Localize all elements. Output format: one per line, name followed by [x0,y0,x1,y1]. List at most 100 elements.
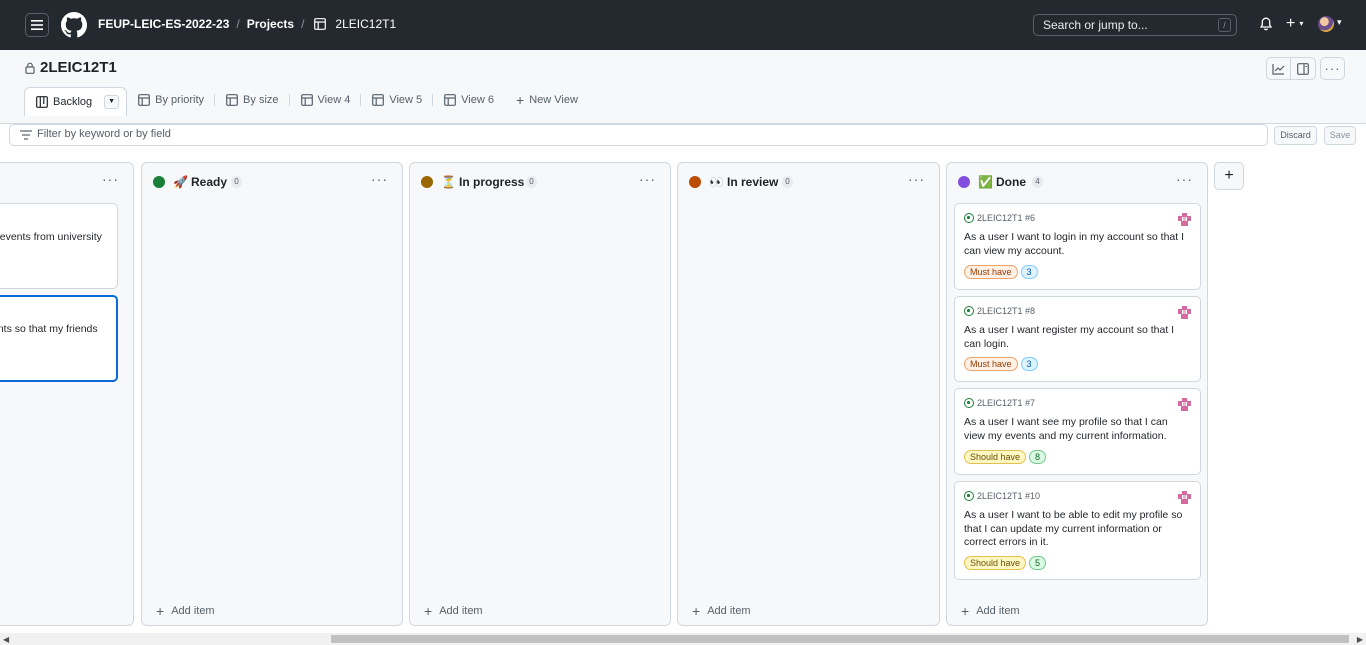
hourglass-icon: ⏳ [441,175,456,189]
view-options-button[interactable]: ▼ [104,94,120,109]
assignee-avatar-icon[interactable] [1178,306,1191,319]
column-menu-button[interactable]: ··· [371,171,388,187]
card-title[interactable]: As a user I want to be able to edit my p… [964,509,1191,550]
scroll-left-icon[interactable]: ◀ [3,635,9,644]
card-title[interactable]: As a user I want see my profile so that … [964,416,1191,443]
card-title[interactable]: ents so that my friends [0,323,112,337]
column-menu-button[interactable]: ··· [639,171,656,187]
card-title[interactable]: As a user I want to login in my account … [964,231,1191,258]
tab-label: New View [529,94,578,106]
menu-button[interactable] [25,13,49,37]
plus-icon: + [1286,15,1296,32]
card-selected[interactable]: ents so that my friends [0,295,118,382]
table-icon [444,94,457,106]
chevron-down-icon: ▾ [1299,19,1304,28]
size-label: 8 [1029,450,1047,464]
breadcrumb-org[interactable]: FEUP-LEIC-ES-2022-23 [98,17,229,31]
assignee-avatar-icon[interactable] [1178,213,1191,226]
column-title: Done [996,175,1026,189]
add-column-button[interactable]: + [1214,162,1244,190]
filter-input[interactable]: Filter by keyword or by field [9,124,1268,146]
card[interactable]: e events from university d. [0,203,118,289]
tab-by-size[interactable]: By size [215,86,290,114]
priority-label: Should have [964,450,1027,464]
card[interactable]: 2LEIC12T1 #10 As a user I want to be abl… [954,481,1201,580]
table-icon [300,94,313,106]
card-meta: 2LEIC12T1 #10 [964,491,1040,501]
filter-icon [20,130,32,140]
add-item-button[interactable]: + Add item [692,603,751,619]
chevron-down-icon[interactable]: ▾ [1337,17,1342,28]
project-menu-button[interactable]: ··· [1320,57,1345,80]
scroll-right-icon[interactable]: ▶ [1357,635,1363,644]
issue-opened-icon [964,491,974,501]
column-count: 0 [782,176,793,188]
create-new-button[interactable]: + ▾ [1286,15,1303,33]
plus-icon: + [516,92,525,108]
view-tabs: Backlog ▼ By priority By size View 4 Vie… [24,86,589,116]
search-placeholder: Search or jump to... [1043,18,1148,32]
column-title: In progress [459,175,525,189]
card[interactable]: 2LEIC12T1 #8 As a user I want register m… [954,296,1201,382]
check-box-icon: ✅ [978,175,993,189]
card-title[interactable]: e events from university d. [0,231,113,258]
kebab-horizontal-icon: ··· [1324,60,1341,76]
column-count: 0 [526,176,537,188]
card[interactable]: 2LEIC12T1 #7 As a user I want see my pro… [954,388,1201,475]
tab-view-5[interactable]: View 5 [361,86,434,114]
status-dot [689,176,701,188]
column-menu-button[interactable]: ··· [908,171,925,187]
column-count: 0 [231,176,242,188]
scrollbar-thumb[interactable] [331,635,1349,643]
search-input[interactable]: Search or jump to... / [1033,14,1237,36]
discard-button[interactable]: Discard [1274,126,1317,145]
plus-icon: + [1224,167,1234,184]
project-header: 2LEIC12T1 ··· Backlog ▼ By priority By s… [0,50,1366,124]
add-item-button[interactable]: + Add item [961,603,1020,619]
project-title: 2LEIC12T1 [40,59,117,76]
bell-icon[interactable] [1260,17,1272,31]
sidebar-icon [1297,62,1309,75]
breadcrumb-project[interactable]: 2LEIC12T1 [335,17,396,31]
tab-backlog[interactable]: Backlog ▼ [24,86,128,116]
save-button[interactable]: Save [1324,126,1356,145]
avatar[interactable] [1318,16,1334,32]
github-logo-icon[interactable] [61,12,87,38]
column-menu-button[interactable]: ··· [1176,171,1193,187]
card-title[interactable]: As a user I want register my account so … [964,324,1191,351]
column-menu-button[interactable]: ··· [102,171,119,187]
add-item-button[interactable]: + Add item [424,604,483,618]
issue-opened-icon [964,306,974,316]
size-label: 5 [1029,556,1047,570]
tab-view-4[interactable]: View 4 [290,86,362,114]
add-item-label: Add item [976,605,1020,617]
tab-label: View 6 [461,94,494,106]
size-label: 3 [1020,265,1038,279]
table-icon [314,18,327,30]
board-icon [36,95,48,108]
add-item-button[interactable]: + Add item [156,604,215,618]
assignee-avatar-icon[interactable] [1178,491,1191,504]
horizontal-scrollbar[interactable]: ◀ ▶ [0,633,1366,645]
add-item-label: Add item [439,605,483,617]
column-header: ✅ Done 4 ··· [947,163,1207,201]
plus-icon: + [961,603,970,619]
insights-button[interactable] [1266,57,1291,80]
tab-view-6[interactable]: View 6 [433,86,505,114]
search-shortcut-key: / [1218,18,1231,32]
status-dot [421,176,433,188]
tab-label: By priority [155,94,205,106]
tab-by-priority[interactable]: By priority [127,86,216,114]
plus-icon: + [692,603,701,619]
breadcrumb-projects[interactable]: Projects [247,17,294,31]
side-panel-button[interactable] [1291,57,1316,80]
issue-opened-icon [964,398,974,408]
status-dot [958,176,970,188]
priority-label: Must have [964,265,1018,279]
card-meta: 2LEIC12T1 #7 [964,398,1035,408]
assignee-avatar-icon[interactable] [1178,398,1191,411]
new-view-button[interactable]: + New View [505,86,589,114]
tab-label: By size [243,94,279,106]
card[interactable]: 2LEIC12T1 #6 As a user I want to login i… [954,203,1201,290]
issue-opened-icon [964,213,974,223]
